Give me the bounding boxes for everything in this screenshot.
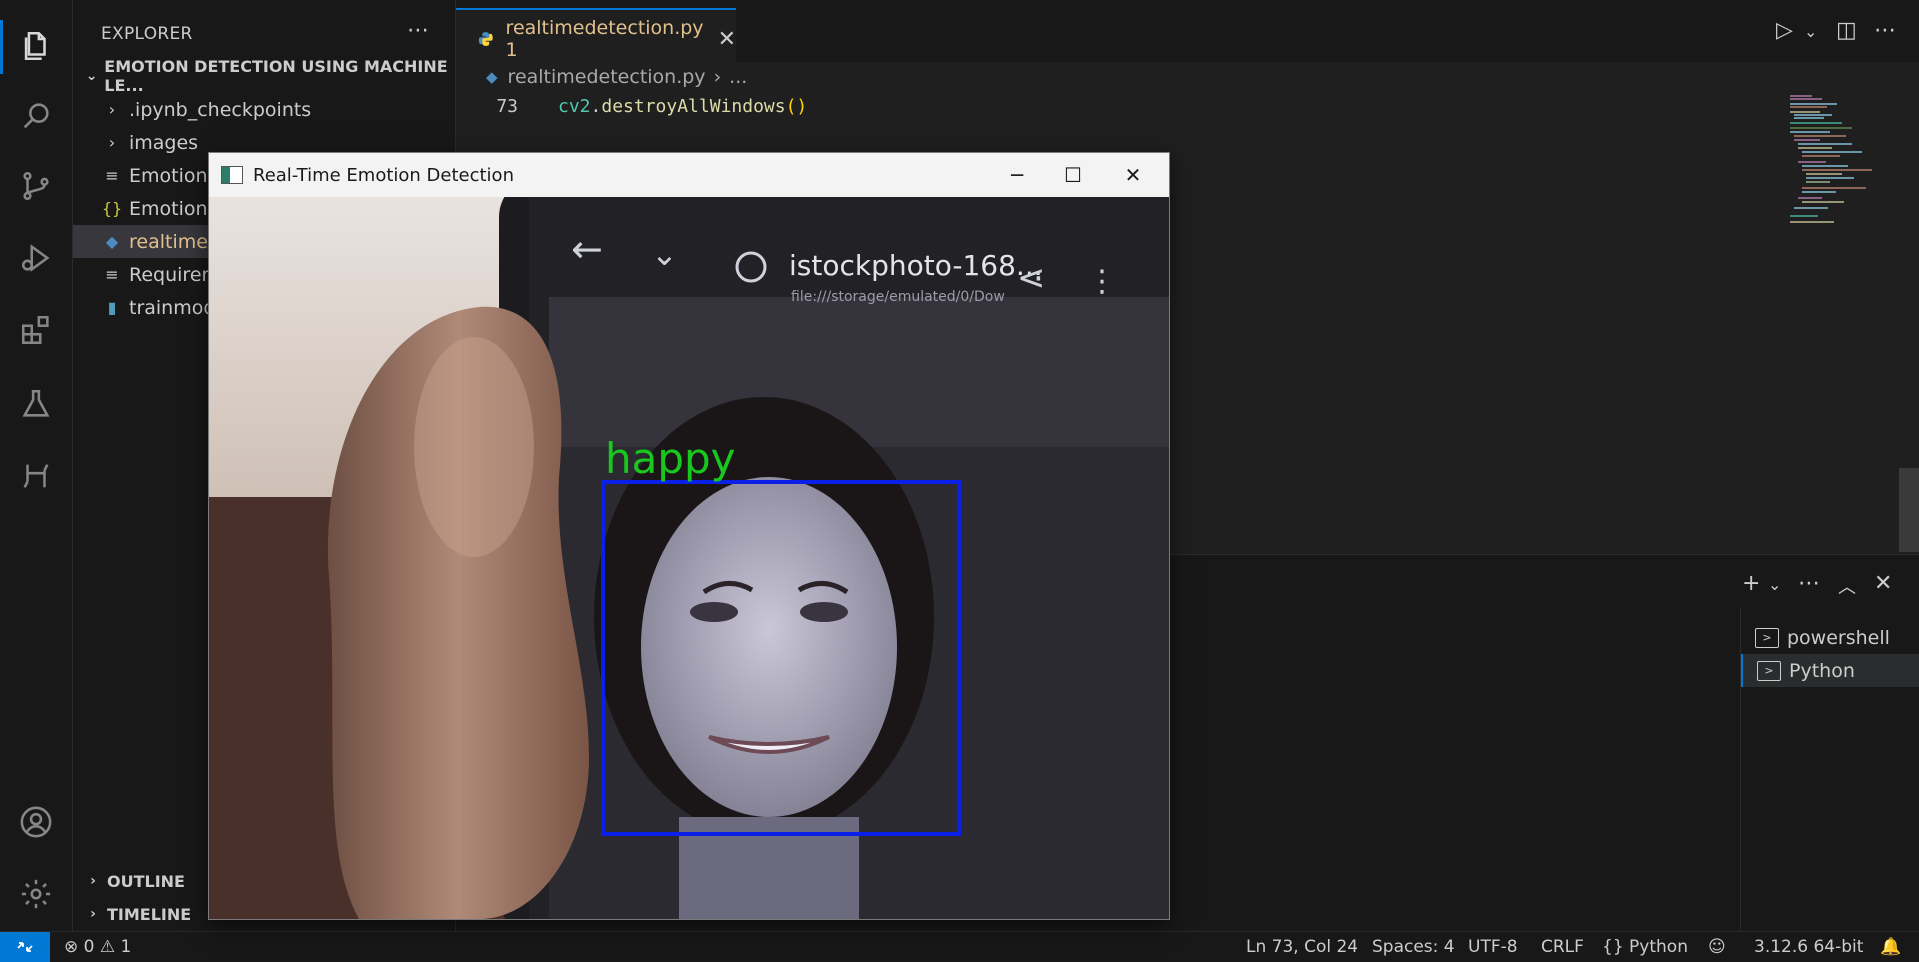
more-vert-icon: ⋮ xyxy=(1087,264,1117,299)
python-file-icon: ◆ xyxy=(486,68,498,86)
code-token-dot: . xyxy=(590,96,602,117)
terminal-label: powershell xyxy=(1787,626,1890,649)
editor-scrollbar-thumb[interactable] xyxy=(1899,468,1919,552)
more-actions-icon[interactable]: ⋯ xyxy=(407,18,429,43)
run-dropdown-icon[interactable]: ⌄ xyxy=(1804,22,1817,41)
account-icon[interactable] xyxy=(12,798,60,846)
run-debug-icon[interactable] xyxy=(12,234,60,282)
end-of-line[interactable]: CRLF xyxy=(1541,937,1584,957)
warning-count: 1 xyxy=(120,937,132,957)
emotion-label: happy xyxy=(605,434,736,483)
remote-explorer-icon[interactable] xyxy=(12,452,60,500)
notebook-file-icon: ▮ xyxy=(107,298,117,317)
source-control-icon[interactable] xyxy=(12,162,60,210)
new-terminal-icon[interactable]: + xyxy=(1742,571,1760,596)
minimize-button[interactable]: ─ xyxy=(989,159,1045,191)
maximize-button[interactable]: ☐ xyxy=(1045,159,1101,191)
language-mode[interactable]: {} Python xyxy=(1602,937,1688,957)
settings-gear-icon[interactable] xyxy=(12,870,60,918)
error-count: 0 xyxy=(83,937,95,957)
text-file-icon: ≡ xyxy=(105,265,119,284)
back-arrow-icon: ← xyxy=(571,227,603,271)
braces-icon: {} xyxy=(1602,937,1624,957)
tree-item-label: images xyxy=(129,131,199,154)
cursor-position[interactable]: Ln 73, Col 24 xyxy=(1246,937,1358,957)
window-title: Real-Time Emotion Detection xyxy=(253,164,514,186)
emotion-detection-window[interactable]: Real-Time Emotion Detection ─ ☐ ✕ ← ⌄ is… xyxy=(208,152,1170,920)
tree-item-label: .ipynb_checkpoints xyxy=(129,98,312,121)
status-bar: ⊗ 0 ⚠ 1 Ln 73, Col 24 Spaces: 4 UTF-8 CR… xyxy=(0,931,1919,962)
chevron-down-icon: ⌄ xyxy=(85,68,98,84)
outline-label: OUTLINE xyxy=(107,871,185,891)
breadcrumb-separator: › xyxy=(713,66,722,88)
camera-image: ← ⌄ istockphoto-168... file:///storage/e… xyxy=(209,197,1169,919)
phone-image-path: file:///storage/emulated/0/Dow xyxy=(791,289,1005,305)
timeline-label: TIMELINE xyxy=(107,904,192,924)
code-token-function: destroyAllWindows xyxy=(601,96,786,117)
chevron-right-icon: › xyxy=(90,873,96,889)
terminal-item-powershell[interactable]: > powershell xyxy=(1741,621,1919,654)
code-token-object: cv2 xyxy=(558,96,591,117)
root-folder-header[interactable]: ⌄ EMOTION DETECTION USING MACHINE LE... xyxy=(73,57,455,95)
window-title-bar[interactable]: Real-Time Emotion Detection ─ ☐ ✕ xyxy=(209,153,1169,197)
terminal-dropdown-icon[interactable]: ⌄ xyxy=(1768,575,1781,594)
problems-status[interactable]: ⊗ 0 ⚠ 1 xyxy=(64,937,131,957)
more-actions-icon[interactable]: ⋯ xyxy=(1798,571,1820,596)
tab-realtimedetection[interactable]: realtimedetection.py 1 ✕ xyxy=(456,8,736,68)
tab-close-icon[interactable]: ✕ xyxy=(718,27,736,52)
chevron-right-icon: › xyxy=(90,906,96,922)
terminal-list: > powershell > Python xyxy=(1740,607,1919,932)
python-file-icon xyxy=(478,32,493,46)
line-number: 73 xyxy=(496,96,518,117)
encoding[interactable]: UTF-8 xyxy=(1468,937,1518,957)
chevron-right-icon: › xyxy=(108,100,116,119)
breadcrumb-file[interactable]: realtimedetection.py xyxy=(508,66,706,88)
share-icon: ⋖ xyxy=(1017,258,1046,298)
minimap[interactable] xyxy=(1782,92,1899,272)
code-token-paren: () xyxy=(785,96,808,117)
maximize-panel-icon[interactable]: ︿ xyxy=(1838,573,1856,599)
root-folder-label: EMOTION DETECTION USING MACHINE LE... xyxy=(104,57,448,95)
activity-bar xyxy=(0,0,73,931)
testing-icon[interactable] xyxy=(12,380,60,428)
extensions-icon[interactable] xyxy=(12,306,60,354)
notifications-bell-icon[interactable]: 🔔 xyxy=(1880,937,1901,957)
warning-icon: ⚠ xyxy=(99,937,116,957)
code-line[interactable]: cv2.destroyAllWindows() xyxy=(558,96,807,117)
copilot-icon[interactable]: ☺ xyxy=(1708,937,1726,957)
sidebar-title: EXPLORER xyxy=(101,24,193,44)
breadcrumb: ◆ realtimedetection.py › ... xyxy=(456,62,1919,92)
breadcrumb-rest[interactable]: ... xyxy=(729,66,747,88)
search-icon[interactable] xyxy=(12,92,60,140)
split-editor-icon[interactable]: ◫ xyxy=(1836,18,1857,43)
python-file-icon: ◆ xyxy=(105,232,119,251)
remote-icon xyxy=(17,942,33,952)
more-actions-icon[interactable]: ⋯ xyxy=(1874,18,1896,43)
tree-item-ipynb-checkpoints[interactable]: › .ipynb_checkpoints xyxy=(73,93,483,126)
remote-indicator[interactable] xyxy=(0,932,50,962)
editor-tab-bar: realtimedetection.py 1 ✕ ▷ ⌄ ◫ ⋯ xyxy=(456,0,1919,68)
terminal-icon: > xyxy=(1755,627,1779,648)
phone-image-title: istockphoto-168... xyxy=(789,249,1043,282)
chevron-down-icon: ⌄ xyxy=(651,235,678,273)
json-file-icon: {} xyxy=(101,199,123,218)
python-interpreter[interactable]: 3.12.6 64-bit xyxy=(1754,937,1863,957)
terminal-label: Python xyxy=(1789,659,1855,682)
app-icon xyxy=(221,166,243,184)
active-indicator xyxy=(0,20,3,74)
tab-label: realtimedetection.py 1 xyxy=(505,17,704,61)
language-label: Python xyxy=(1629,937,1688,957)
indentation[interactable]: Spaces: 4 xyxy=(1372,937,1455,957)
close-button[interactable]: ✕ xyxy=(1105,159,1161,191)
explorer-icon[interactable] xyxy=(12,22,60,70)
terminal-icon: > xyxy=(1757,660,1781,681)
run-icon[interactable]: ▷ xyxy=(1776,18,1793,43)
close-panel-icon[interactable]: ✕ xyxy=(1874,571,1892,596)
terminal-item-python[interactable]: > Python xyxy=(1741,654,1919,687)
camera-frame: ← ⌄ istockphoto-168... file:///storage/e… xyxy=(209,197,1169,919)
text-file-icon: ≡ xyxy=(105,166,119,185)
error-icon: ⊗ xyxy=(64,937,79,957)
chevron-right-icon: › xyxy=(108,133,116,152)
